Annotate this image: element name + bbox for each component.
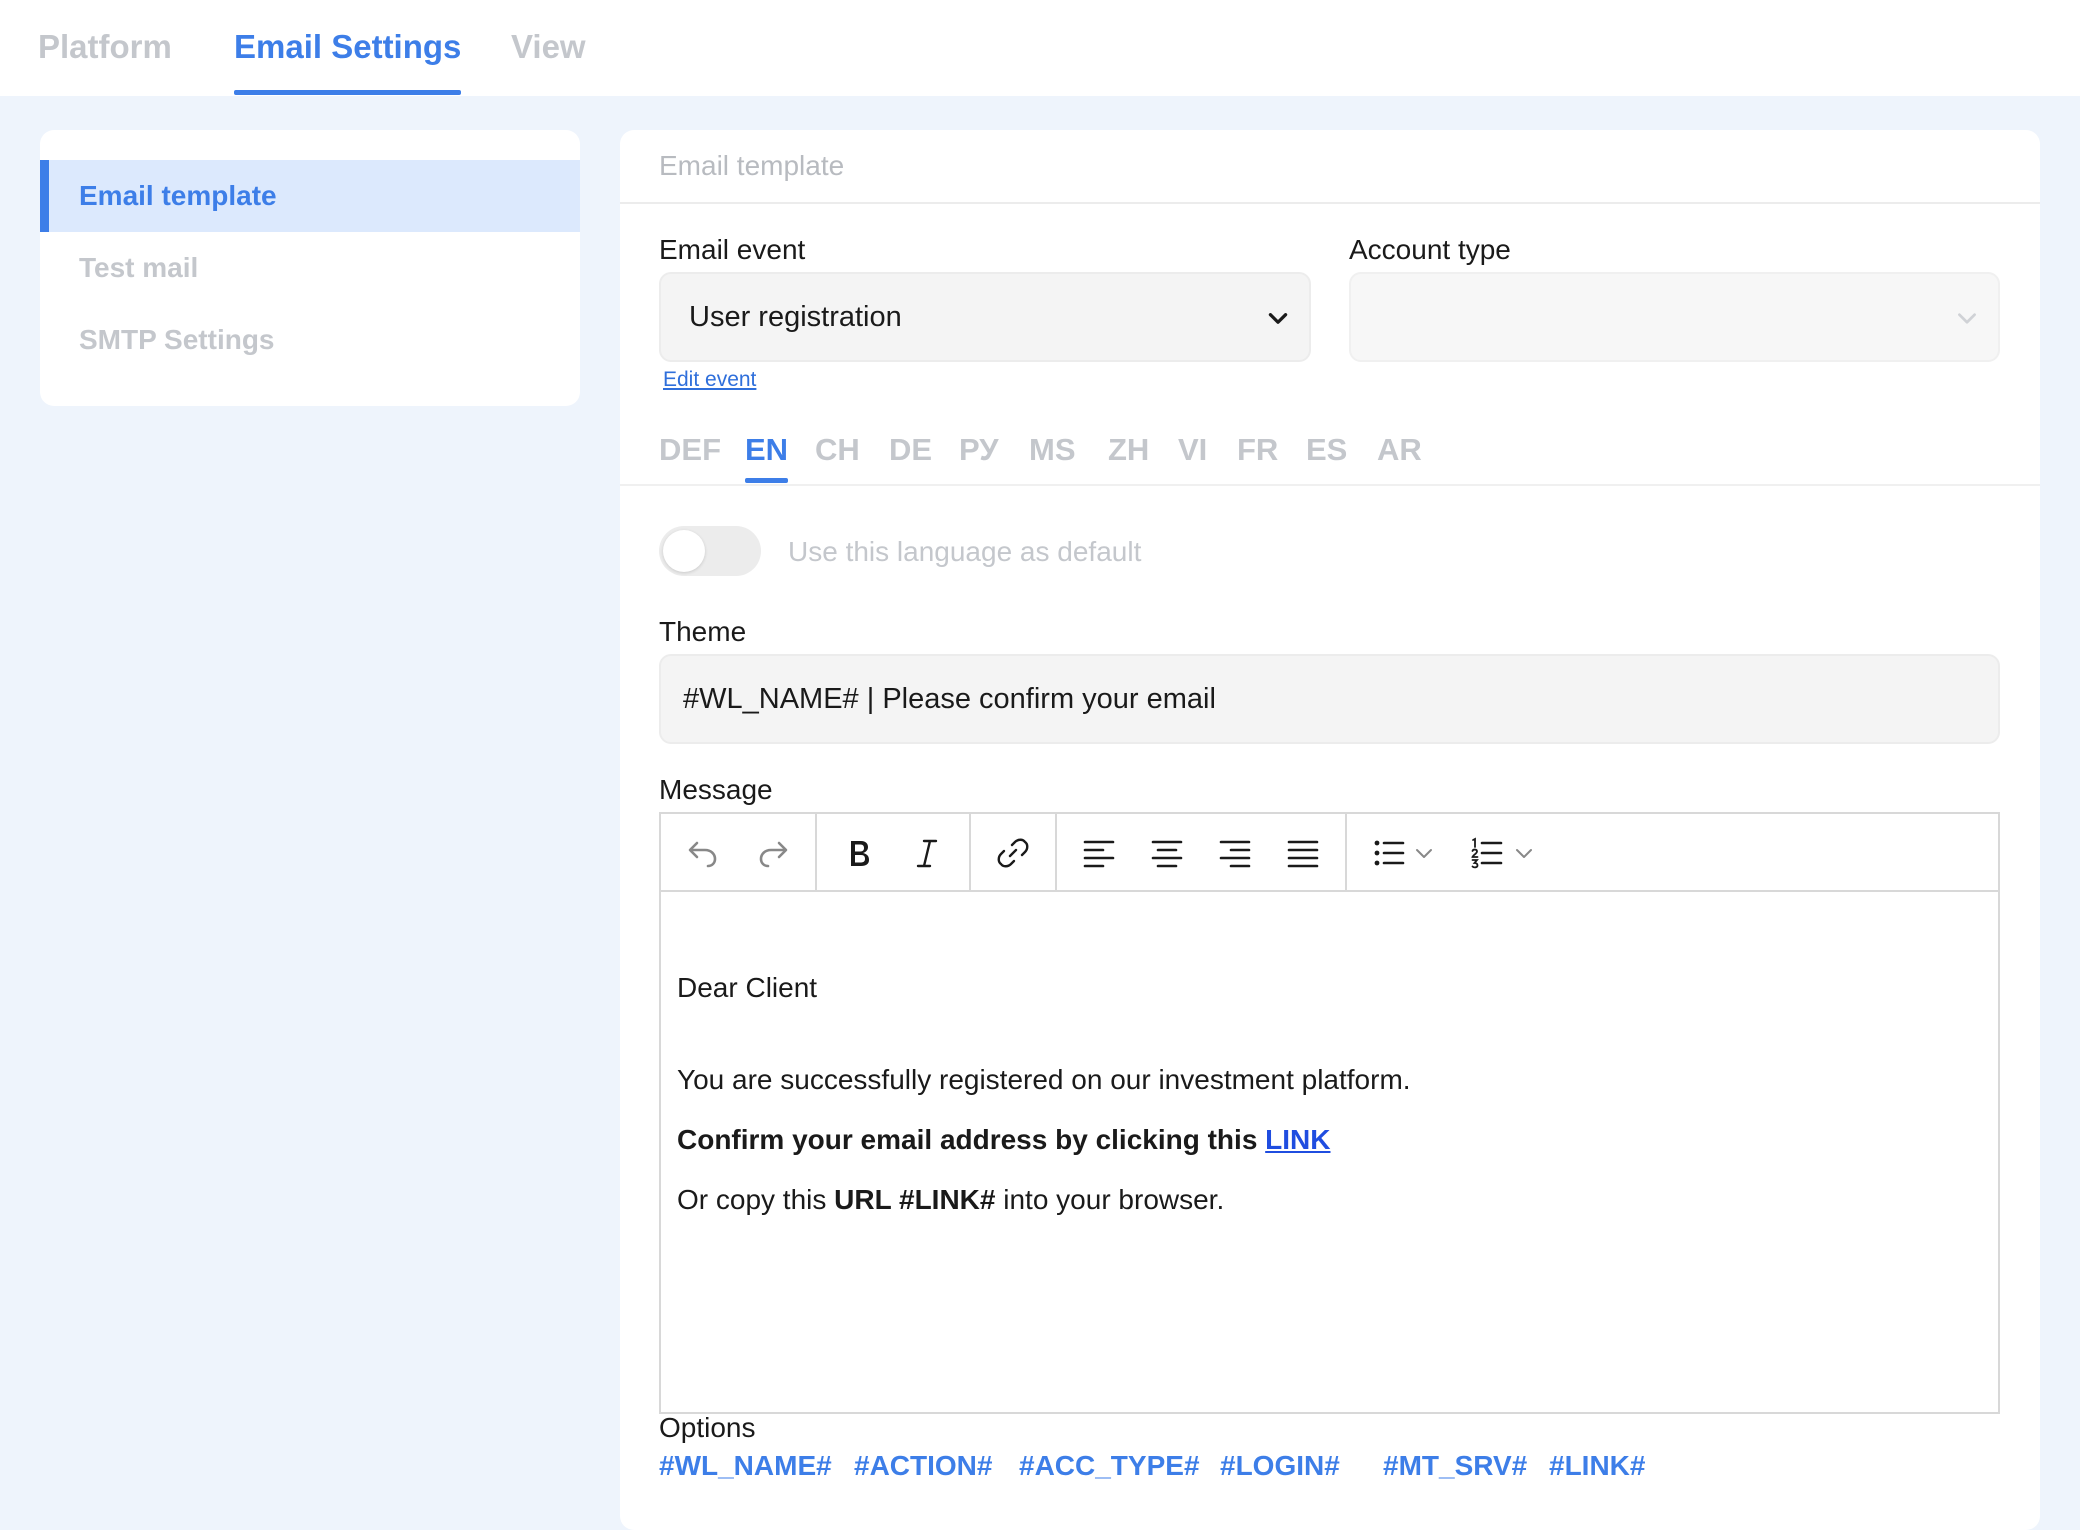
numbered-list-button[interactable] (1461, 827, 1513, 879)
message-line-confirm: Confirm your email address by clicking t… (677, 1124, 1331, 1156)
lang-tab-ar[interactable]: AR (1377, 432, 1422, 468)
tab-view[interactable]: View (511, 28, 586, 66)
edit-event-link[interactable]: Edit event (663, 368, 756, 392)
align-left-icon (1083, 840, 1115, 868)
italic-icon (916, 839, 938, 868)
email-event-label: Email event (659, 234, 806, 265)
message-line-copy-url: Or copy this URL #LINK# into your browse… (677, 1184, 1224, 1216)
bullet-list-icon (1374, 840, 1405, 866)
toolbar-separator (1345, 814, 1347, 890)
lang-tab-zh[interactable]: ZH (1108, 432, 1149, 468)
lang-tab-vi[interactable]: VI (1178, 432, 1207, 468)
chevron-down-icon (1516, 849, 1532, 858)
message-copy-url: URL #LINK# (834, 1184, 996, 1215)
email-event-value: User registration (689, 300, 902, 333)
sidebar-item-smtp-settings[interactable]: SMTP Settings (40, 304, 580, 376)
message-content[interactable]: Dear Client You are successfully registe… (661, 892, 1998, 1412)
lang-tab-ru[interactable]: РУ (959, 432, 999, 468)
email-template-panel: Email template Email event User registra… (620, 130, 2040, 1530)
align-left-button[interactable] (1073, 827, 1125, 879)
redo-button[interactable] (747, 827, 799, 879)
default-language-toggle[interactable] (659, 526, 761, 576)
bullet-list-dropdown[interactable] (1409, 827, 1439, 879)
sidebar-item-test-mail[interactable]: Test mail (40, 232, 580, 304)
account-type-label: Account type (1349, 234, 1511, 265)
bold-icon (851, 841, 869, 866)
message-confirm-link[interactable]: LINK (1265, 1124, 1330, 1155)
chevron-down-icon (1268, 313, 1288, 324)
lang-tab-ms[interactable]: MS (1029, 432, 1076, 468)
lang-tab-def[interactable]: DEF (659, 432, 721, 468)
divider (620, 484, 2040, 486)
option-action[interactable]: #ACTION# (854, 1450, 992, 1482)
settings-sidebar: Email template Test mail SMTP Settings (40, 130, 580, 406)
message-editor: Dear Client You are successfully registe… (659, 812, 2000, 1414)
lang-tab-en[interactable]: EN (745, 432, 789, 483)
align-justify-icon (1287, 840, 1319, 868)
message-label: Message (659, 774, 773, 805)
align-right-button[interactable] (1209, 827, 1261, 879)
lang-tab-de[interactable]: DE (889, 432, 932, 468)
theme-input-value: #WL_NAME# | Please confirm your email (683, 682, 1216, 715)
top-navigation: Platform Email Settings View (0, 0, 2080, 96)
message-copy-prefix: Or copy this (677, 1184, 835, 1215)
panel-title: Email template (620, 130, 2040, 204)
message-line-registered: You are successfully registered on our i… (677, 1064, 1411, 1095)
email-event-select[interactable]: User registration (659, 272, 1311, 362)
align-center-icon (1151, 840, 1183, 868)
lang-tab-es[interactable]: ES (1306, 432, 1347, 468)
lang-tab-ch[interactable]: CH (815, 432, 860, 468)
theme-label: Theme (659, 616, 747, 647)
options-label: Options (659, 1412, 756, 1443)
tab-email-settings[interactable]: Email Settings (234, 28, 462, 95)
align-right-icon (1219, 840, 1251, 868)
italic-button[interactable] (901, 827, 953, 879)
toggle-knob (663, 530, 705, 572)
chevron-down-icon (1416, 849, 1432, 858)
option-login[interactable]: #LOGIN# (1220, 1450, 1340, 1482)
bullet-list-button[interactable] (1363, 827, 1415, 879)
option-wl-name[interactable]: #WL_NAME# (659, 1450, 832, 1482)
toolbar-separator (1055, 814, 1057, 890)
lang-tab-fr[interactable]: FR (1237, 432, 1278, 468)
account-type-select[interactable] (1349, 272, 2000, 362)
chevron-down-icon (1958, 313, 1976, 324)
link-icon (997, 838, 1029, 868)
toolbar-separator (815, 814, 817, 890)
default-language-label: Use this language as default (788, 536, 1142, 567)
redo-icon (759, 841, 788, 868)
message-greeting: Dear Client (677, 972, 818, 1003)
option-acc-type[interactable]: #ACC_TYPE# (1019, 1450, 1200, 1482)
sidebar-item-email-template[interactable]: Email template (40, 160, 580, 232)
align-center-button[interactable] (1141, 827, 1193, 879)
tab-platform[interactable]: Platform (38, 28, 172, 66)
undo-icon (688, 841, 717, 868)
message-confirm-text: Confirm your email address by clicking t… (677, 1124, 1266, 1155)
editor-toolbar (661, 814, 1998, 892)
bold-button[interactable] (833, 827, 885, 879)
undo-button[interactable] (677, 827, 729, 879)
numbered-list-icon (1471, 837, 1503, 869)
message-copy-suffix: into your browser. (995, 1184, 1225, 1215)
option-mt-srv[interactable]: #MT_SRV# (1383, 1450, 1527, 1482)
insert-link-button[interactable] (987, 827, 1039, 879)
align-justify-button[interactable] (1277, 827, 1329, 879)
option-link[interactable]: #LINK# (1549, 1450, 1645, 1482)
numbered-list-dropdown[interactable] (1509, 827, 1539, 879)
theme-input[interactable]: #WL_NAME# | Please confirm your email (659, 654, 2000, 744)
toolbar-separator (969, 814, 971, 890)
